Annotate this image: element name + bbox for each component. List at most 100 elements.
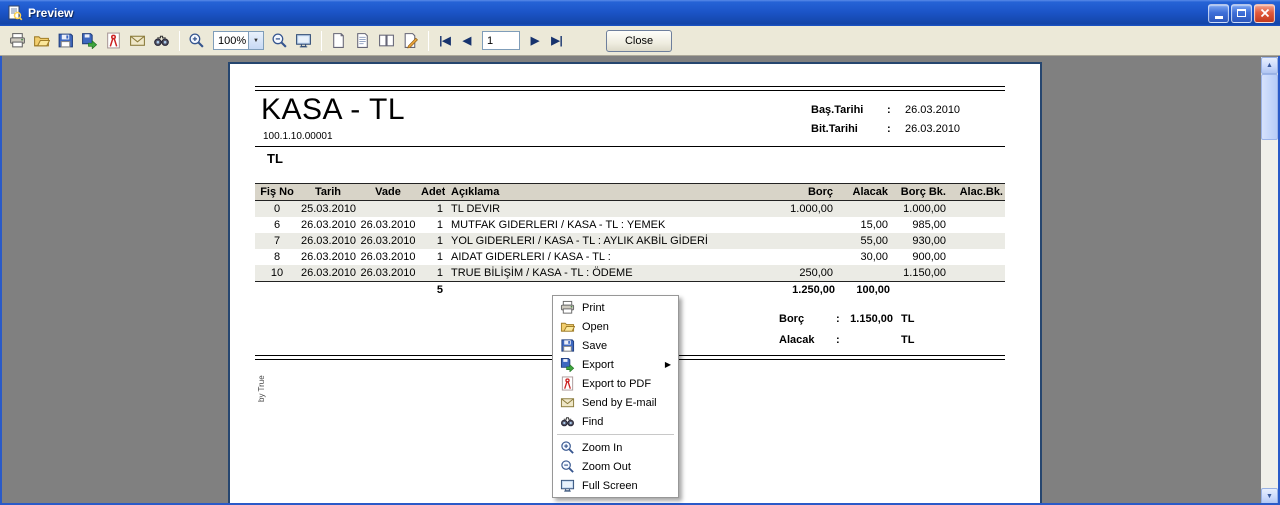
summary-alacak-label: Alacak bbox=[779, 334, 814, 346]
window-title: Preview bbox=[28, 6, 1206, 20]
cell: 7 bbox=[255, 233, 299, 249]
print-button[interactable] bbox=[6, 29, 29, 52]
menu-item-save[interactable]: Save bbox=[555, 336, 676, 355]
first-page-button[interactable]: |◀ bbox=[434, 30, 456, 52]
report-title: KASA - TL bbox=[261, 93, 405, 127]
cell: 1.000,00 bbox=[890, 201, 948, 218]
start-date-label: Baş.Tarihi bbox=[811, 104, 887, 116]
toolbar-separator bbox=[179, 31, 180, 51]
prev-page-button[interactable]: ◀ bbox=[456, 30, 478, 52]
close-window-button[interactable] bbox=[1254, 4, 1275, 23]
cell bbox=[835, 265, 890, 282]
account-code: 100.1.10.00001 bbox=[263, 131, 333, 142]
menu-item-label: Export to PDF bbox=[582, 378, 651, 390]
page-layout-button[interactable] bbox=[351, 29, 374, 52]
cell: 10 bbox=[255, 265, 299, 282]
cell bbox=[745, 217, 835, 233]
last-page-button[interactable]: ▶| bbox=[546, 30, 568, 52]
cell: 900,00 bbox=[890, 249, 948, 265]
export-button[interactable] bbox=[78, 29, 101, 52]
end-date-value: 26.03.2010 bbox=[905, 123, 960, 135]
save-icon bbox=[57, 32, 74, 49]
pdf-icon bbox=[560, 376, 575, 391]
menu-item-label: Send by E-mail bbox=[582, 397, 657, 409]
zoom-in-icon bbox=[560, 440, 575, 455]
menu-item-full-screen[interactable]: Full Screen bbox=[555, 476, 676, 495]
app-icon bbox=[7, 5, 23, 21]
cell: 26.03.2010 bbox=[357, 249, 419, 265]
find-icon bbox=[560, 414, 575, 429]
cell: 1 bbox=[419, 201, 445, 218]
page-number-input[interactable] bbox=[482, 31, 520, 50]
next-page-button[interactable]: ▶ bbox=[524, 30, 546, 52]
find-button[interactable] bbox=[150, 29, 173, 52]
cell: 1 bbox=[419, 233, 445, 249]
toolbar: 100% ▼ |◀ ◀ ▶ ▶| Close bbox=[0, 26, 1280, 56]
col-borc-bk: Borç Bk. bbox=[890, 184, 948, 201]
cell: TL DEVIR bbox=[445, 201, 745, 218]
zoom-out-button[interactable] bbox=[268, 29, 291, 52]
menu-item-label: Find bbox=[582, 416, 603, 428]
cell: YOL GIDERLERI / KASA - TL : AYLIK AKBİL … bbox=[445, 233, 745, 249]
cell: 55,00 bbox=[835, 233, 890, 249]
cell: 26.03.2010 bbox=[357, 265, 419, 282]
menu-item-open[interactable]: Open bbox=[555, 317, 676, 336]
menu-item-export-pdf[interactable]: Export to PDF bbox=[555, 374, 676, 393]
start-date-value: 26.03.2010 bbox=[905, 104, 960, 116]
zoom-level-value: 100% bbox=[214, 35, 248, 47]
close-preview-button[interactable]: Close bbox=[606, 30, 672, 52]
email-icon bbox=[129, 32, 146, 49]
edit-page-icon bbox=[402, 32, 419, 49]
find-icon bbox=[153, 32, 170, 49]
col-borc: Borç bbox=[745, 184, 835, 201]
col-alac-bk: Alac.Bk. bbox=[948, 184, 1005, 201]
cell: MUTFAK GIDERLERI / KASA - TL : YEMEK bbox=[445, 217, 745, 233]
menu-item-label: Zoom In bbox=[582, 442, 622, 454]
vertical-scrollbar[interactable]: ▲ ▼ bbox=[1261, 57, 1278, 505]
zoom-in-icon bbox=[188, 32, 205, 49]
edit-page-button[interactable] bbox=[399, 29, 422, 52]
maximize-button[interactable] bbox=[1231, 4, 1252, 23]
summary-borc-currency: TL bbox=[901, 313, 914, 325]
save-button[interactable] bbox=[54, 29, 77, 52]
zoom-out-icon bbox=[560, 459, 575, 474]
scroll-up-button[interactable]: ▲ bbox=[1261, 57, 1278, 74]
cell bbox=[948, 233, 1005, 249]
zoom-level-select[interactable]: 100% ▼ bbox=[213, 31, 264, 50]
dropdown-arrow-icon[interactable]: ▼ bbox=[248, 32, 263, 49]
facing-pages-button[interactable] bbox=[375, 29, 398, 52]
scrollbar-thumb[interactable] bbox=[1261, 74, 1278, 140]
zoom-button[interactable] bbox=[185, 29, 208, 52]
menu-item-print[interactable]: Print bbox=[555, 298, 676, 317]
top-rule bbox=[255, 90, 1005, 91]
menu-item-zoom-in[interactable]: Zoom In bbox=[555, 438, 676, 457]
menu-item-export[interactable]: Export ▶ bbox=[555, 355, 676, 374]
full-screen-button[interactable] bbox=[292, 29, 315, 52]
open-button[interactable] bbox=[30, 29, 53, 52]
send-email-button[interactable] bbox=[126, 29, 149, 52]
colon: : bbox=[887, 104, 905, 116]
cell: 15,00 bbox=[835, 217, 890, 233]
export-pdf-button[interactable] bbox=[102, 29, 125, 52]
printer-icon bbox=[9, 32, 26, 49]
col-vade: Vade bbox=[357, 184, 419, 201]
total-alacak: 100,00 bbox=[837, 284, 890, 296]
minimize-button[interactable] bbox=[1208, 4, 1229, 23]
table-row: 10 26.03.2010 26.03.2010 1 TRUE BİLİŞİM … bbox=[255, 265, 1005, 282]
page-view-button[interactable] bbox=[327, 29, 350, 52]
top-rule bbox=[255, 86, 1005, 87]
email-icon bbox=[560, 395, 575, 410]
col-aciklama: Açıklama bbox=[445, 184, 745, 201]
cell: 0 bbox=[255, 201, 299, 218]
scroll-down-button[interactable]: ▼ bbox=[1261, 488, 1278, 505]
col-alacak: Alacak bbox=[835, 184, 890, 201]
section-title: TL bbox=[267, 151, 283, 166]
submenu-arrow-icon: ▶ bbox=[665, 360, 671, 369]
cell: 1.150,00 bbox=[890, 265, 948, 282]
menu-item-zoom-out[interactable]: Zoom Out bbox=[555, 457, 676, 476]
cell: 1 bbox=[419, 265, 445, 282]
cell: 26.03.2010 bbox=[299, 265, 357, 282]
summary-alacak-currency: TL bbox=[901, 334, 914, 346]
menu-item-find[interactable]: Find bbox=[555, 412, 676, 431]
menu-item-send-email[interactable]: Send by E-mail bbox=[555, 393, 676, 412]
